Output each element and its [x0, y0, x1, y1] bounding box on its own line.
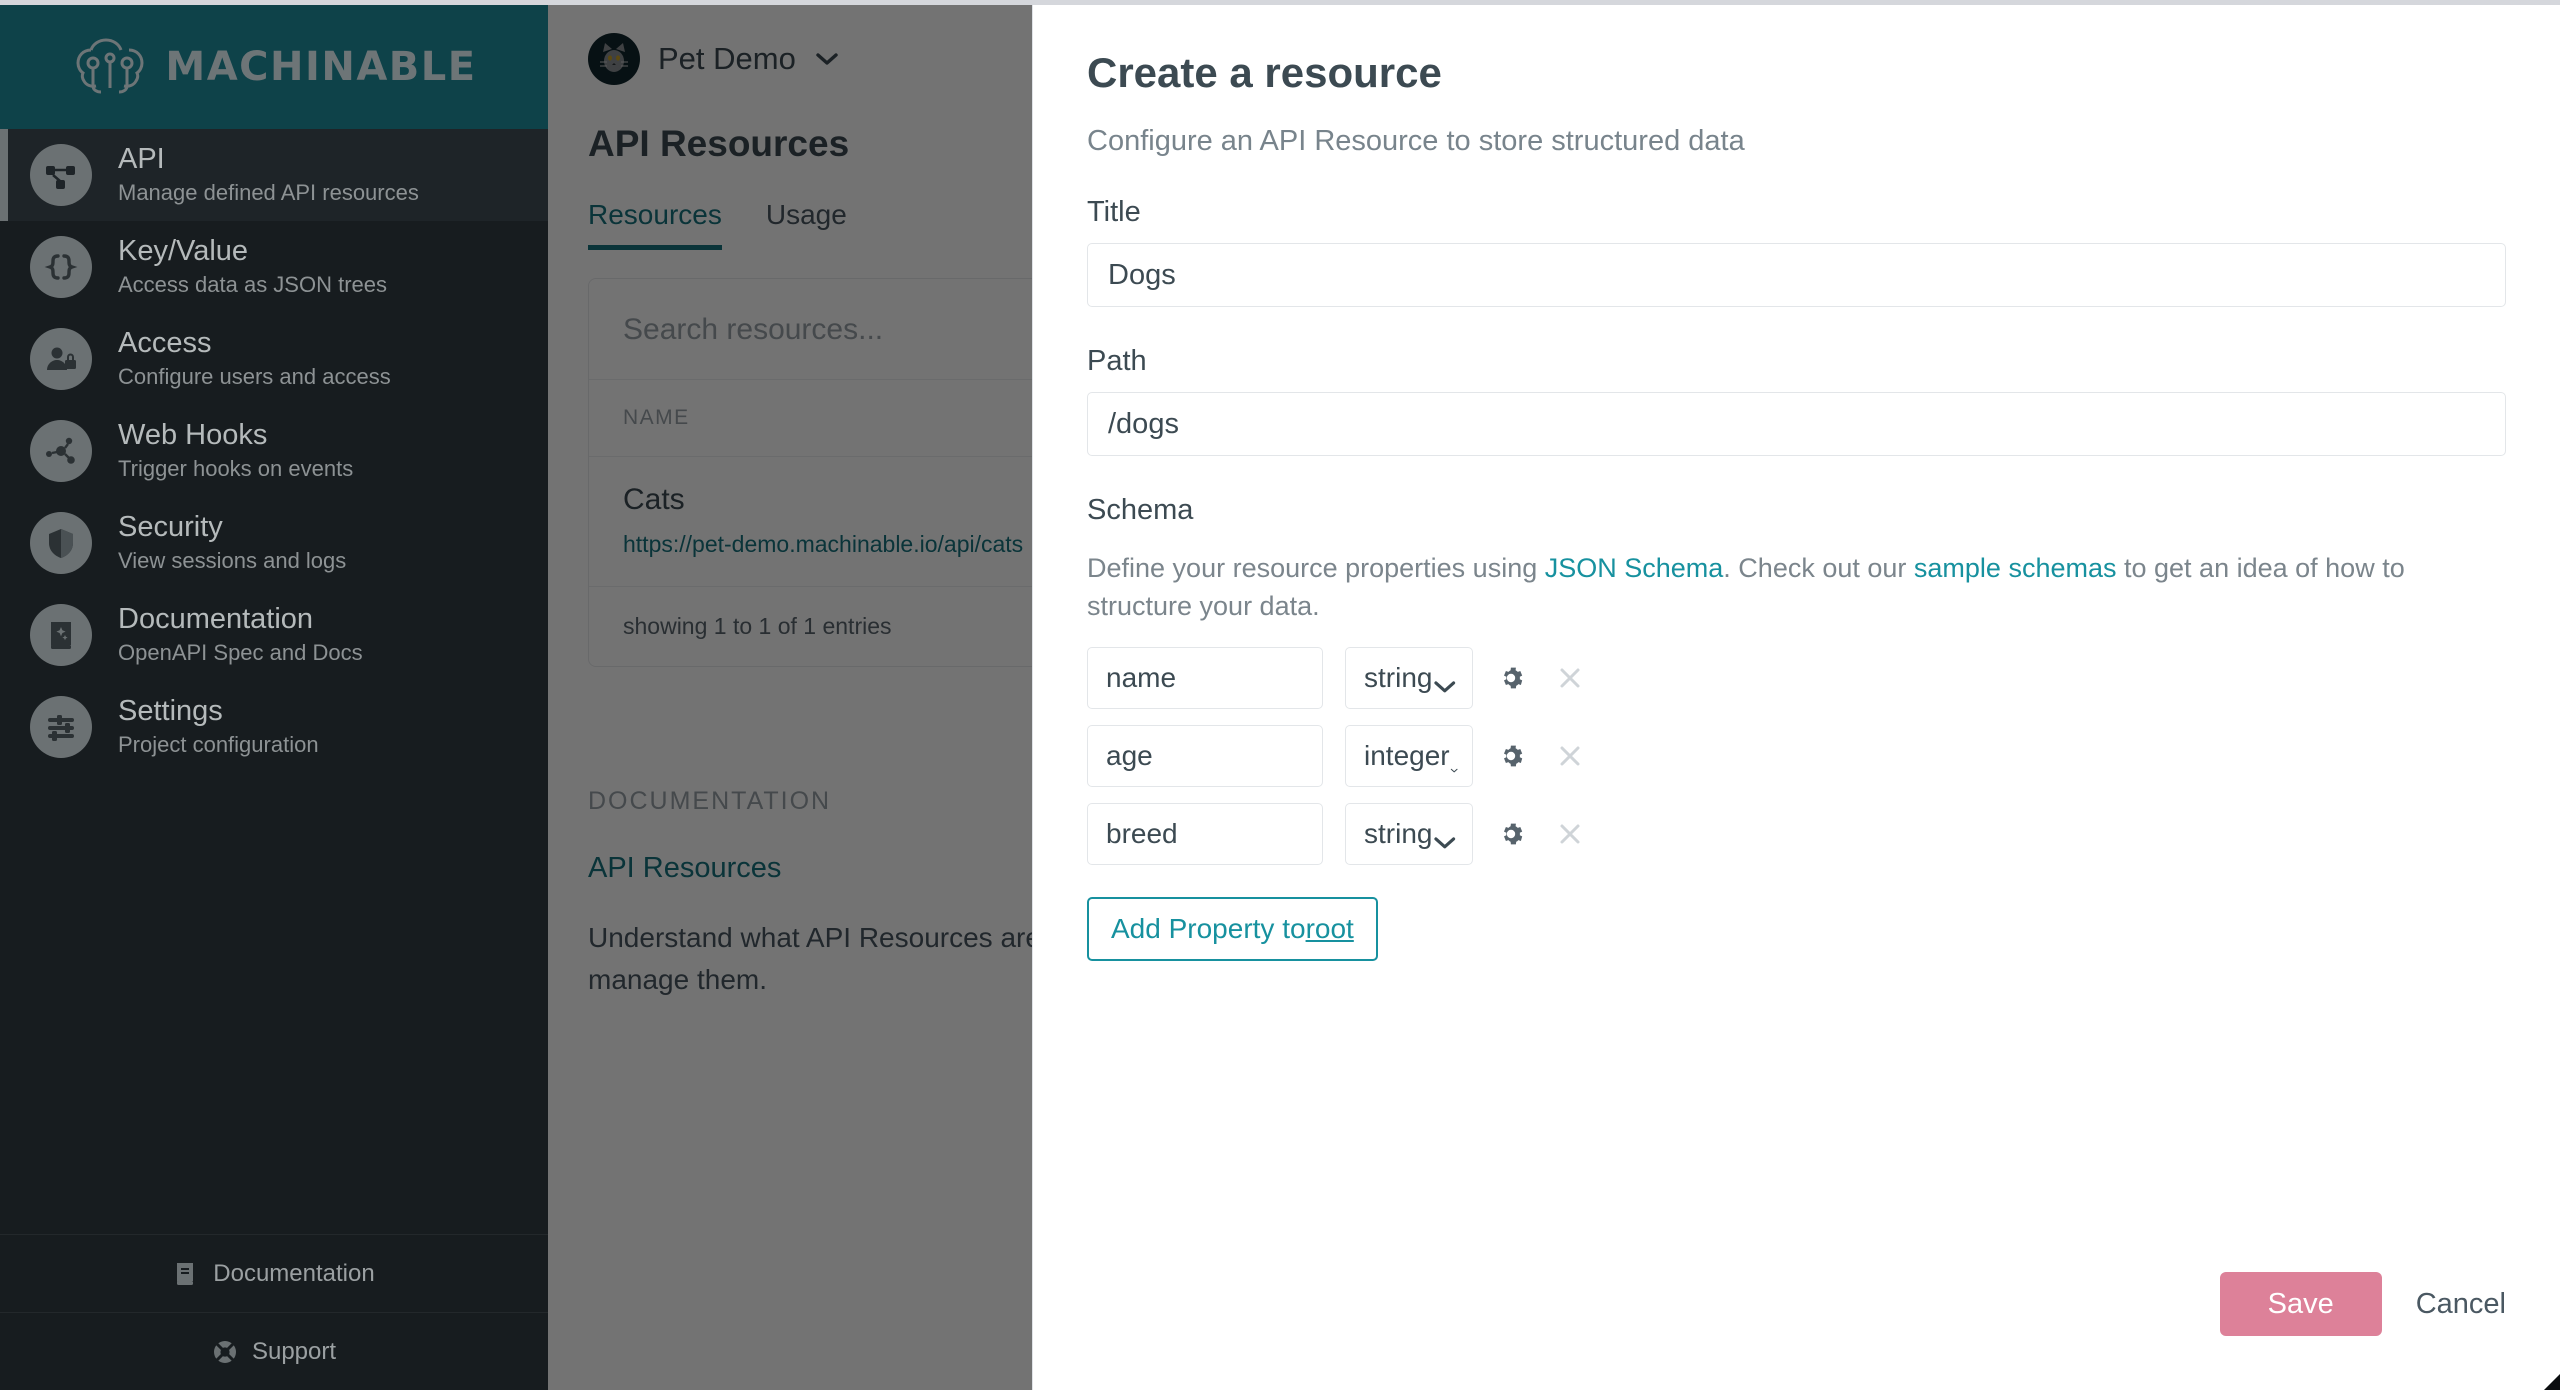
property-type-value: string [1364, 662, 1433, 693]
sidebar-item-title: Web Hooks [118, 419, 268, 451]
user-lock-icon [30, 328, 92, 390]
sidebar-item-sub: Trigger hooks on events [118, 456, 354, 481]
brand-name: MACHINABLE [165, 44, 477, 90]
close-icon[interactable] [1555, 741, 1585, 771]
sidebar-item-title: Key/Value [118, 235, 249, 267]
schema-help-pre: Define your resource properties using [1087, 553, 1545, 583]
brand-logo-icon [71, 36, 149, 98]
footer-link-support[interactable]: Support [0, 1312, 548, 1390]
sidebar-item-key-value[interactable]: Key/Value Access data as JSON trees [0, 221, 548, 313]
sidebar-item-access[interactable]: Access Configure users and access [0, 313, 548, 405]
gear-icon[interactable] [1499, 663, 1529, 693]
sidebar: MACHINABLE API Manage defined API resour… [0, 5, 548, 1390]
path-field-label: Path [1087, 345, 1147, 377]
footer-link-label: Documentation [213, 1259, 375, 1287]
sample-schemas-link[interactable]: sample schemas [1914, 553, 2117, 583]
property-name-input[interactable]: breed [1087, 803, 1323, 865]
property-name-input[interactable]: age [1087, 725, 1323, 787]
api-nodes-icon [30, 144, 92, 206]
footer-link-label: Support [251, 1337, 337, 1365]
property-type-select[interactable]: integer [1345, 725, 1473, 787]
sidebar-item-title: Settings [118, 695, 223, 727]
add-property-label: Add Property to [1111, 913, 1306, 944]
sidebar-item-web-hooks[interactable]: Web Hooks Trigger hooks on events [0, 405, 548, 497]
schema-help-text: Define your resource properties using JS… [1087, 549, 2487, 625]
chevron-down-icon [1432, 826, 1458, 849]
chevron-down-icon [1432, 670, 1458, 693]
shield-icon [30, 512, 92, 574]
json-schema-link[interactable]: JSON Schema [1545, 553, 1724, 583]
property-type-value: integer [1364, 740, 1450, 771]
sidebar-item-title: API [118, 143, 165, 175]
sidebar-item-security[interactable]: Security View sessions and logs [0, 497, 548, 589]
sidebar-item-title: Access [118, 327, 212, 359]
title-input[interactable]: Dogs [1087, 243, 2506, 307]
schema-section-label: Schema [1087, 494, 1194, 526]
sidebar-item-sub: OpenAPI Spec and Docs [118, 640, 363, 665]
schema-property-list: name string age integer breed string [1087, 647, 2506, 865]
schema-help-mid: . Check out our [1723, 553, 1914, 583]
gear-icon[interactable] [1499, 819, 1529, 849]
lifebuoy-icon [212, 1339, 238, 1365]
brand-header[interactable]: MACHINABLE [0, 5, 548, 129]
property-type-select[interactable]: string [1345, 647, 1473, 709]
path-input-value: /dogs [1108, 407, 1179, 440]
title-field-label: Title [1087, 196, 1141, 228]
sidebar-item-sub: Configure users and access [118, 364, 391, 389]
schema-property-row: name string [1087, 647, 2506, 709]
sidebar-item-api[interactable]: API Manage defined API resources [0, 129, 548, 221]
sidebar-item-sub: Access data as JSON trees [118, 272, 387, 297]
modal-subtitle: Configure an API Resource to store struc… [1087, 125, 1745, 157]
title-input-value: Dogs [1108, 258, 1176, 291]
modal-action-bar: Save Cancel [2219, 1272, 2506, 1336]
sidebar-item-settings[interactable]: Settings Project configuration [0, 681, 548, 773]
create-resource-modal: Create a resource Configure an API Resou… [1032, 5, 2560, 1390]
sliders-icon [30, 696, 92, 758]
sidebar-item-sub: View sessions and logs [118, 548, 347, 573]
close-icon[interactable] [1555, 819, 1585, 849]
property-name-value: breed [1106, 818, 1178, 849]
sidebar-item-sub: Manage defined API resources [118, 180, 419, 205]
footer-link-documentation[interactable]: Documentation [0, 1234, 548, 1312]
sidebar-item-title: Documentation [118, 603, 314, 635]
sidebar-item-documentation[interactable]: Documentation OpenAPI Spec and Docs [0, 589, 548, 681]
save-button[interactable]: Save [2219, 1272, 2382, 1336]
sidebar-footer: Documentation Support [0, 1234, 548, 1390]
gear-icon[interactable] [1499, 741, 1529, 771]
property-name-input[interactable]: name [1087, 647, 1323, 709]
schema-property-row: age integer [1087, 725, 2506, 787]
book-icon [173, 1261, 199, 1287]
book-sparkle-icon [30, 604, 92, 666]
property-name-value: name [1106, 662, 1177, 693]
sidebar-item-sub: Project configuration [118, 732, 319, 757]
modal-title: Create a resource [1087, 49, 1442, 96]
add-property-target: root [1305, 913, 1354, 944]
property-name-value: age [1106, 740, 1153, 771]
share-nodes-icon [30, 420, 92, 482]
chevron-down-icon [1450, 748, 1458, 773]
app-root: MACHINABLE API Manage defined API resour… [0, 0, 2560, 1390]
schema-property-row: breed string [1087, 803, 2506, 865]
corner-marker [2544, 1374, 2560, 1390]
property-type-select[interactable]: string [1345, 803, 1473, 865]
sidebar-nav: API Manage defined API resources Key/Val… [0, 129, 548, 773]
curly-braces-icon [30, 236, 92, 298]
add-property-button[interactable]: Add Property to root [1087, 897, 1378, 961]
close-icon[interactable] [1555, 663, 1585, 693]
sidebar-item-title: Security [118, 511, 223, 543]
path-input[interactable]: /dogs [1087, 392, 2506, 456]
cancel-button[interactable]: Cancel [2416, 1288, 2506, 1321]
property-type-value: string [1364, 818, 1433, 849]
